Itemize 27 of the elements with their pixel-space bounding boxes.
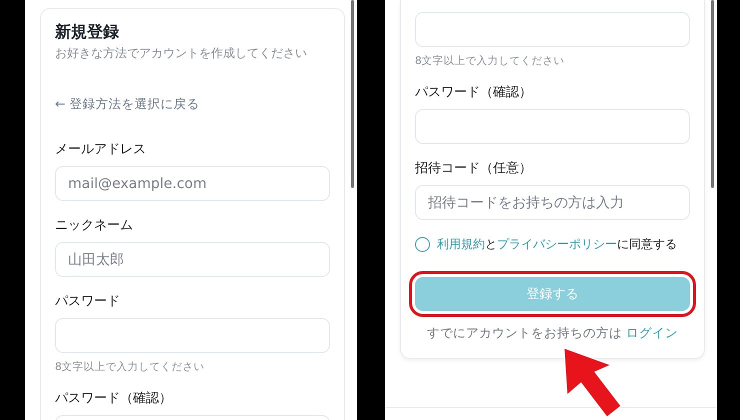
input-field[interactable]: 招待コードをお持ちの方は入力 <box>415 185 690 220</box>
field-label: 招待コード（任意） <box>415 160 533 177</box>
back-link[interactable]: ← 登録方法を選択に戻る <box>55 96 200 113</box>
agree-checkbox[interactable] <box>415 237 430 252</box>
field-hint: 8文字以上で入力してください <box>55 360 206 374</box>
field-label: パスワード（確認） <box>415 84 533 101</box>
form-subtitle: お好きな方法でアカウントを作成してください <box>55 45 308 62</box>
field-label: パスワード <box>55 293 121 310</box>
input-field[interactable]: 山田太郎 <box>55 242 330 277</box>
policy-link[interactable]: プライバシーポリシー <box>497 236 617 253</box>
field-label: ニックネーム <box>55 217 134 234</box>
scrollbar[interactable] <box>711 0 714 188</box>
login-prompt: すでにアカウントをお持ちの方は <box>427 325 623 340</box>
agree-text: に同意する <box>617 236 677 253</box>
login-link[interactable]: ログイン <box>626 325 678 340</box>
field-label: メールアドレス <box>55 141 147 158</box>
input-field[interactable] <box>415 109 690 144</box>
policy-link[interactable]: 利用規約 <box>437 236 485 253</box>
input-field[interactable] <box>415 12 690 47</box>
scrollbar[interactable] <box>351 0 354 188</box>
input-field[interactable]: mail@example.com <box>55 166 330 201</box>
form-title: 新規登録 <box>55 21 120 43</box>
field-label: パスワード（確認） <box>55 390 173 407</box>
register-button[interactable]: 登録する <box>415 277 690 311</box>
field-hint: 8文字以上で入力してください <box>415 54 566 68</box>
agree-text: と <box>485 236 497 253</box>
input-field[interactable] <box>55 318 330 353</box>
